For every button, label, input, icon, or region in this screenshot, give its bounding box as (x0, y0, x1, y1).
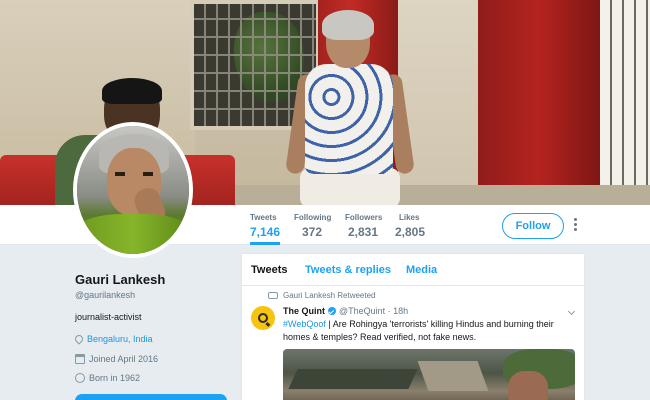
joined-text: Joined April 2016 (89, 354, 159, 364)
profile-handle[interactable]: @gaurilankesh (75, 290, 135, 300)
stat-value: 7,146 (250, 225, 281, 239)
stat-value: 2,805 (395, 225, 426, 239)
calendar-icon (75, 354, 85, 364)
stat-followers[interactable]: Followers 2,831 (345, 213, 382, 239)
stat-label: Following (294, 213, 332, 222)
profile-born: Born in 1962 (75, 373, 140, 383)
quint-logo-icon (258, 313, 268, 323)
stat-tweets[interactable]: Tweets 7,146 (250, 213, 281, 245)
retweet-context: Gauri Lankesh Retweeted (268, 291, 376, 300)
profile-location: Bengaluru, India (73, 333, 153, 345)
caret-down-icon[interactable] (567, 307, 576, 316)
balloon-icon (75, 373, 85, 383)
tweet-hashtag[interactable]: #WebQoof (283, 319, 326, 329)
tab-tweets[interactable]: Tweets (251, 264, 287, 276)
tab-tweets-replies[interactable]: Tweets & replies (305, 264, 391, 276)
stat-label: Followers (345, 213, 383, 222)
profile-bio: journalist-activist (75, 312, 142, 322)
location-link[interactable]: Bengaluru, India (87, 334, 153, 344)
more-icon[interactable] (572, 218, 578, 234)
born-text: Born in 1962 (89, 373, 141, 383)
tweet-header: The Quint @TheQuint · 18h (283, 306, 408, 316)
tab-media[interactable]: Media (406, 264, 437, 276)
avatar[interactable] (73, 122, 193, 258)
stat-value: 2,831 (348, 225, 379, 239)
retweet-icon (268, 292, 278, 299)
tweet-text: #WebQoof | Are Rohingya 'terrorists' kil… (283, 318, 575, 344)
stat-following[interactable]: Following 372 (294, 213, 331, 239)
timeline: Tweets Tweets & replies Media Gauri Lank… (241, 253, 586, 400)
profile-name[interactable]: Gauri Lankesh (75, 272, 165, 287)
tweet-author-avatar[interactable] (251, 306, 275, 330)
stat-label: Tweets (250, 213, 277, 222)
stat-value: 372 (302, 225, 323, 239)
timeline-tabs: Tweets Tweets & replies Media (242, 254, 586, 286)
stat-likes[interactable]: Likes 2,805 (395, 213, 425, 239)
profile-joined: Joined April 2016 (75, 354, 158, 364)
tweet-time[interactable]: 18h (393, 306, 408, 316)
tweet-author[interactable]: The Quint (283, 306, 325, 316)
tweet-separator: · (385, 306, 394, 316)
tweet-author-handle[interactable]: @TheQuint (339, 306, 385, 316)
pin-icon (73, 333, 85, 345)
stat-label: Likes (399, 213, 420, 222)
tweet-media-image[interactable] (283, 349, 575, 400)
retweet-note[interactable]: Gauri Lankesh Retweeted (283, 291, 376, 300)
tweet-to-button[interactable] (75, 394, 227, 400)
follow-button[interactable]: Follow (502, 213, 564, 239)
verified-icon (328, 307, 336, 315)
